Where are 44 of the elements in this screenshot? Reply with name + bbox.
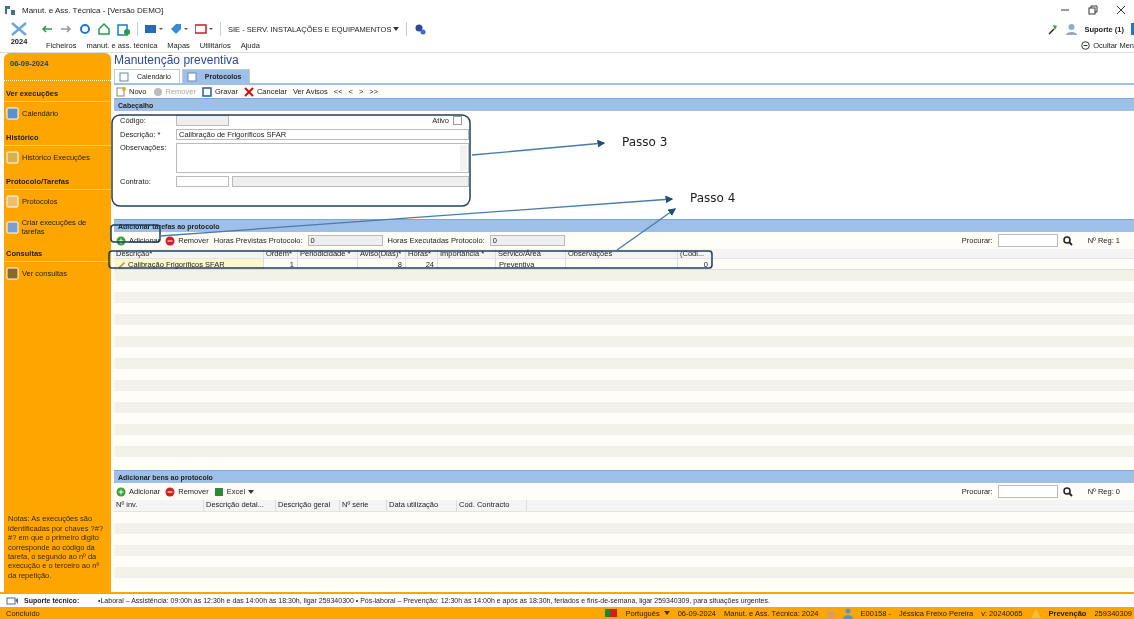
remove-icon (152, 86, 163, 97)
warning-icon (1030, 608, 1041, 618)
flag-icon (605, 609, 618, 617)
step-label: Passo 4 (690, 191, 736, 205)
collapse-icon[interactable] (1081, 40, 1091, 50)
refresh-icon[interactable] (79, 23, 91, 35)
lock-icon (826, 608, 835, 618)
minus-icon (165, 235, 176, 246)
minus-icon (165, 486, 176, 497)
person-icon (842, 607, 853, 619)
add-icon[interactable] (117, 22, 130, 36)
home-icon[interactable] (98, 23, 110, 35)
caret-icon (393, 27, 400, 31)
tools-icon[interactable] (10, 20, 28, 37)
active-checkbox[interactable] (453, 116, 462, 125)
printer-icon[interactable] (195, 23, 213, 35)
caret-icon (663, 611, 670, 615)
search-field[interactable] (997, 485, 1058, 498)
support-icon (6, 595, 18, 606)
window-title: Manut. e Ass. Técnica - [Versão DEMO] (22, 5, 164, 15)
back-icon[interactable] (41, 23, 53, 35)
page-title: Manutenção preventiva (114, 53, 240, 69)
tab-icon (119, 71, 129, 82)
pencil-icon (117, 259, 126, 269)
pin-icon[interactable] (1047, 23, 1060, 35)
app-icon (4, 4, 16, 16)
code-field[interactable] (176, 115, 229, 126)
search-field[interactable] (997, 234, 1058, 247)
search-icon[interactable] (1062, 486, 1073, 497)
step-label: Passo 3 (622, 135, 668, 149)
cancel-icon (243, 86, 254, 97)
contract-field[interactable] (176, 176, 229, 187)
user-icon[interactable] (1066, 23, 1078, 35)
tab-icon (186, 71, 197, 82)
restore-icon[interactable] (1088, 5, 1098, 15)
contract-name-field[interactable] (232, 176, 469, 187)
caret-icon (248, 489, 255, 494)
search-icon[interactable] (1062, 235, 1073, 246)
save-icon (201, 86, 212, 97)
close-icon[interactable] (1116, 5, 1126, 15)
tag-icon[interactable] (170, 23, 188, 35)
spreadsheet-icon (213, 486, 224, 497)
notes-field[interactable] (176, 143, 469, 173)
forward-icon[interactable] (60, 23, 72, 35)
